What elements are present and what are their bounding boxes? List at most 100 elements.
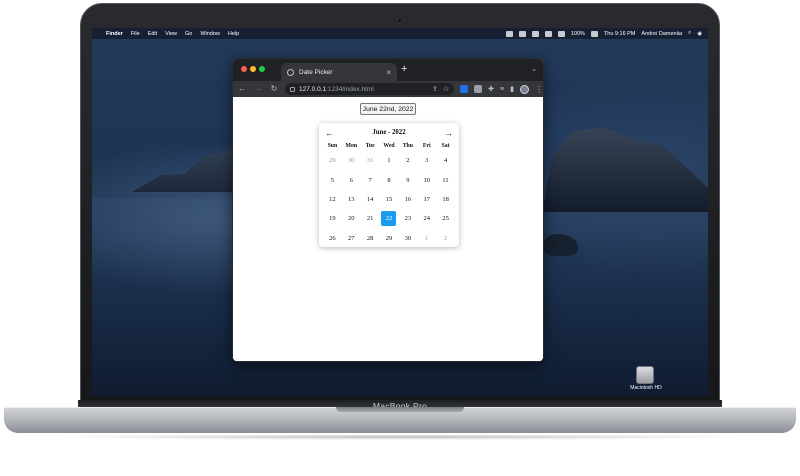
status-icon[interactable]	[518, 30, 526, 37]
weekday-header: Tue	[365, 143, 375, 149]
day-number: 29	[329, 157, 336, 165]
browser-window: Date Picker × + ⌄ ← → ↻ 127.0.0.1 :1234/…	[232, 58, 544, 362]
calendar-day[interactable]: 23	[398, 209, 417, 228]
calendar-day[interactable]: 27	[342, 229, 361, 248]
status-icon[interactable]	[544, 30, 552, 37]
control-center-icon[interactable]: ◉	[697, 31, 702, 37]
forward-button[interactable]: →	[253, 81, 263, 97]
tab-date-picker[interactable]: Date Picker ×	[281, 63, 397, 81]
menu-edit[interactable]: Edit	[148, 31, 157, 37]
calendar-day[interactable]: 7	[361, 170, 380, 189]
day-number: 11	[442, 176, 449, 184]
calendar-day[interactable]: 1	[380, 151, 399, 170]
new-tab-button[interactable]: +	[401, 63, 407, 75]
calendar-day[interactable]: 9	[398, 170, 417, 189]
weekday-header: Mon	[345, 143, 358, 149]
opening-notch	[336, 407, 464, 412]
day-number: 28	[366, 234, 374, 242]
calendar-day[interactable]: 18	[436, 190, 455, 209]
day-number: 10	[423, 176, 430, 184]
calendar-day[interactable]: 13	[342, 190, 361, 209]
calendar-day[interactable]: 10	[417, 170, 436, 189]
calendar-day[interactable]: 16	[398, 190, 417, 209]
calendar-day[interactable]: 2	[398, 151, 417, 170]
calendar-day[interactable]: 30	[398, 229, 417, 248]
calendar-day[interactable]: 20	[342, 209, 361, 228]
reload-button[interactable]: ↻	[269, 81, 279, 97]
lock-icon[interactable]	[290, 86, 295, 92]
menu-file[interactable]: File	[131, 31, 140, 37]
battery-percent[interactable]: 100%	[571, 31, 585, 37]
status-icon[interactable]	[531, 30, 539, 37]
extension-icon[interactable]	[474, 85, 483, 93]
menu-window[interactable]: Window	[200, 31, 220, 37]
back-button[interactable]: ←	[237, 81, 247, 97]
calendar-day[interactable]: 28	[361, 229, 380, 248]
day-number: 7	[368, 176, 372, 184]
calendar-day[interactable]: 5	[323, 170, 342, 189]
zoom-window-button[interactable]	[259, 66, 265, 72]
address-bar[interactable]: 127.0.0.1 :1234/index.html ⇪ ☆	[285, 83, 455, 95]
day-number: 15	[385, 195, 393, 203]
status-icon[interactable]	[505, 30, 513, 37]
calendar-popup: ← June - 2022 → Sun Mon Tue Wed Thu Fri Sat 29 3…	[319, 123, 459, 247]
menu-go[interactable]: Go	[185, 31, 192, 37]
menu-help[interactable]: Help	[228, 31, 239, 37]
calendar-day[interactable]: 15	[380, 190, 399, 209]
calendar-day[interactable]: 12	[323, 190, 342, 209]
calendar-day-selected[interactable]: 22	[380, 209, 399, 228]
tab-bar: Date Picker × + ⌄	[233, 59, 543, 81]
calendar-day[interactable]: 17	[417, 190, 436, 209]
calendar-day-other-month[interactable]: 2	[436, 229, 455, 248]
puzzle-icon[interactable]: ✚	[488, 85, 494, 93]
next-month-button[interactable]: →	[444, 127, 453, 139]
side-panel-icon[interactable]: ▮	[510, 85, 514, 93]
close-icon[interactable]: ×	[386, 68, 391, 77]
disk-label[interactable]: Macintosh HD	[622, 385, 670, 391]
menu-finder[interactable]: Finder	[106, 31, 123, 37]
date-input[interactable]: June 22nd, 2022	[360, 103, 416, 115]
wifi-icon[interactable]	[557, 30, 565, 37]
calendar-day[interactable]: 4	[436, 151, 455, 170]
calendar-day[interactable]: 21	[361, 209, 380, 228]
calendar-day[interactable]: 29	[380, 229, 399, 248]
menu-view[interactable]: View	[165, 31, 177, 37]
globe-icon	[287, 68, 294, 76]
day-number: 13	[348, 195, 355, 203]
calendar-day[interactable]: 25	[436, 209, 455, 228]
more-menu-icon[interactable]: ⋮	[535, 85, 543, 94]
minimize-window-button[interactable]	[250, 66, 256, 72]
menubar-user[interactable]: Andrei Dameniia	[641, 31, 682, 37]
bookmark-star-icon[interactable]: ☆	[443, 85, 449, 93]
calendar-day[interactable]: 3	[417, 151, 436, 170]
reading-list-icon[interactable]: ≡	[500, 86, 504, 93]
share-icon[interactable]: ⇪	[432, 85, 438, 93]
desktop-screen: Finder File Edit View Go Window Help 100…	[92, 28, 708, 396]
battery-icon[interactable]	[590, 30, 598, 37]
day-number: 19	[329, 215, 336, 223]
calendar-day-other-month[interactable]: 29	[323, 151, 342, 170]
avatar[interactable]	[520, 84, 529, 94]
island-right	[542, 127, 708, 212]
calendar-header: ← June - 2022 →	[319, 127, 459, 139]
calendar-day[interactable]: 6	[342, 170, 361, 189]
hard-drive-icon[interactable]	[636, 366, 654, 384]
day-number: 31	[366, 157, 374, 165]
calendar-day[interactable]: 8	[380, 170, 399, 189]
weekday-header: Thu	[402, 143, 414, 149]
calendar-day[interactable]: 19	[323, 209, 342, 228]
url-host: 127.0.0.1	[299, 85, 327, 93]
calendar-day[interactable]: 24	[417, 209, 436, 228]
calendar-day-other-month[interactable]: 30	[342, 151, 361, 170]
search-icon[interactable]: ⌕	[688, 30, 691, 37]
calendar-day[interactable]: 26	[323, 229, 342, 248]
calendar-day[interactable]: 11	[436, 170, 455, 189]
close-window-button[interactable]	[241, 66, 247, 72]
chevron-down-icon[interactable]: ⌄	[531, 65, 537, 73]
calendar-day[interactable]: 14	[361, 190, 380, 209]
extension-icon[interactable]	[460, 85, 469, 93]
calendar-day-other-month[interactable]: 1	[417, 229, 436, 248]
day-number: 9	[406, 176, 410, 184]
menubar-clock[interactable]: Thu 9:16 PM	[604, 31, 636, 37]
calendar-day-other-month[interactable]: 31	[361, 151, 380, 170]
